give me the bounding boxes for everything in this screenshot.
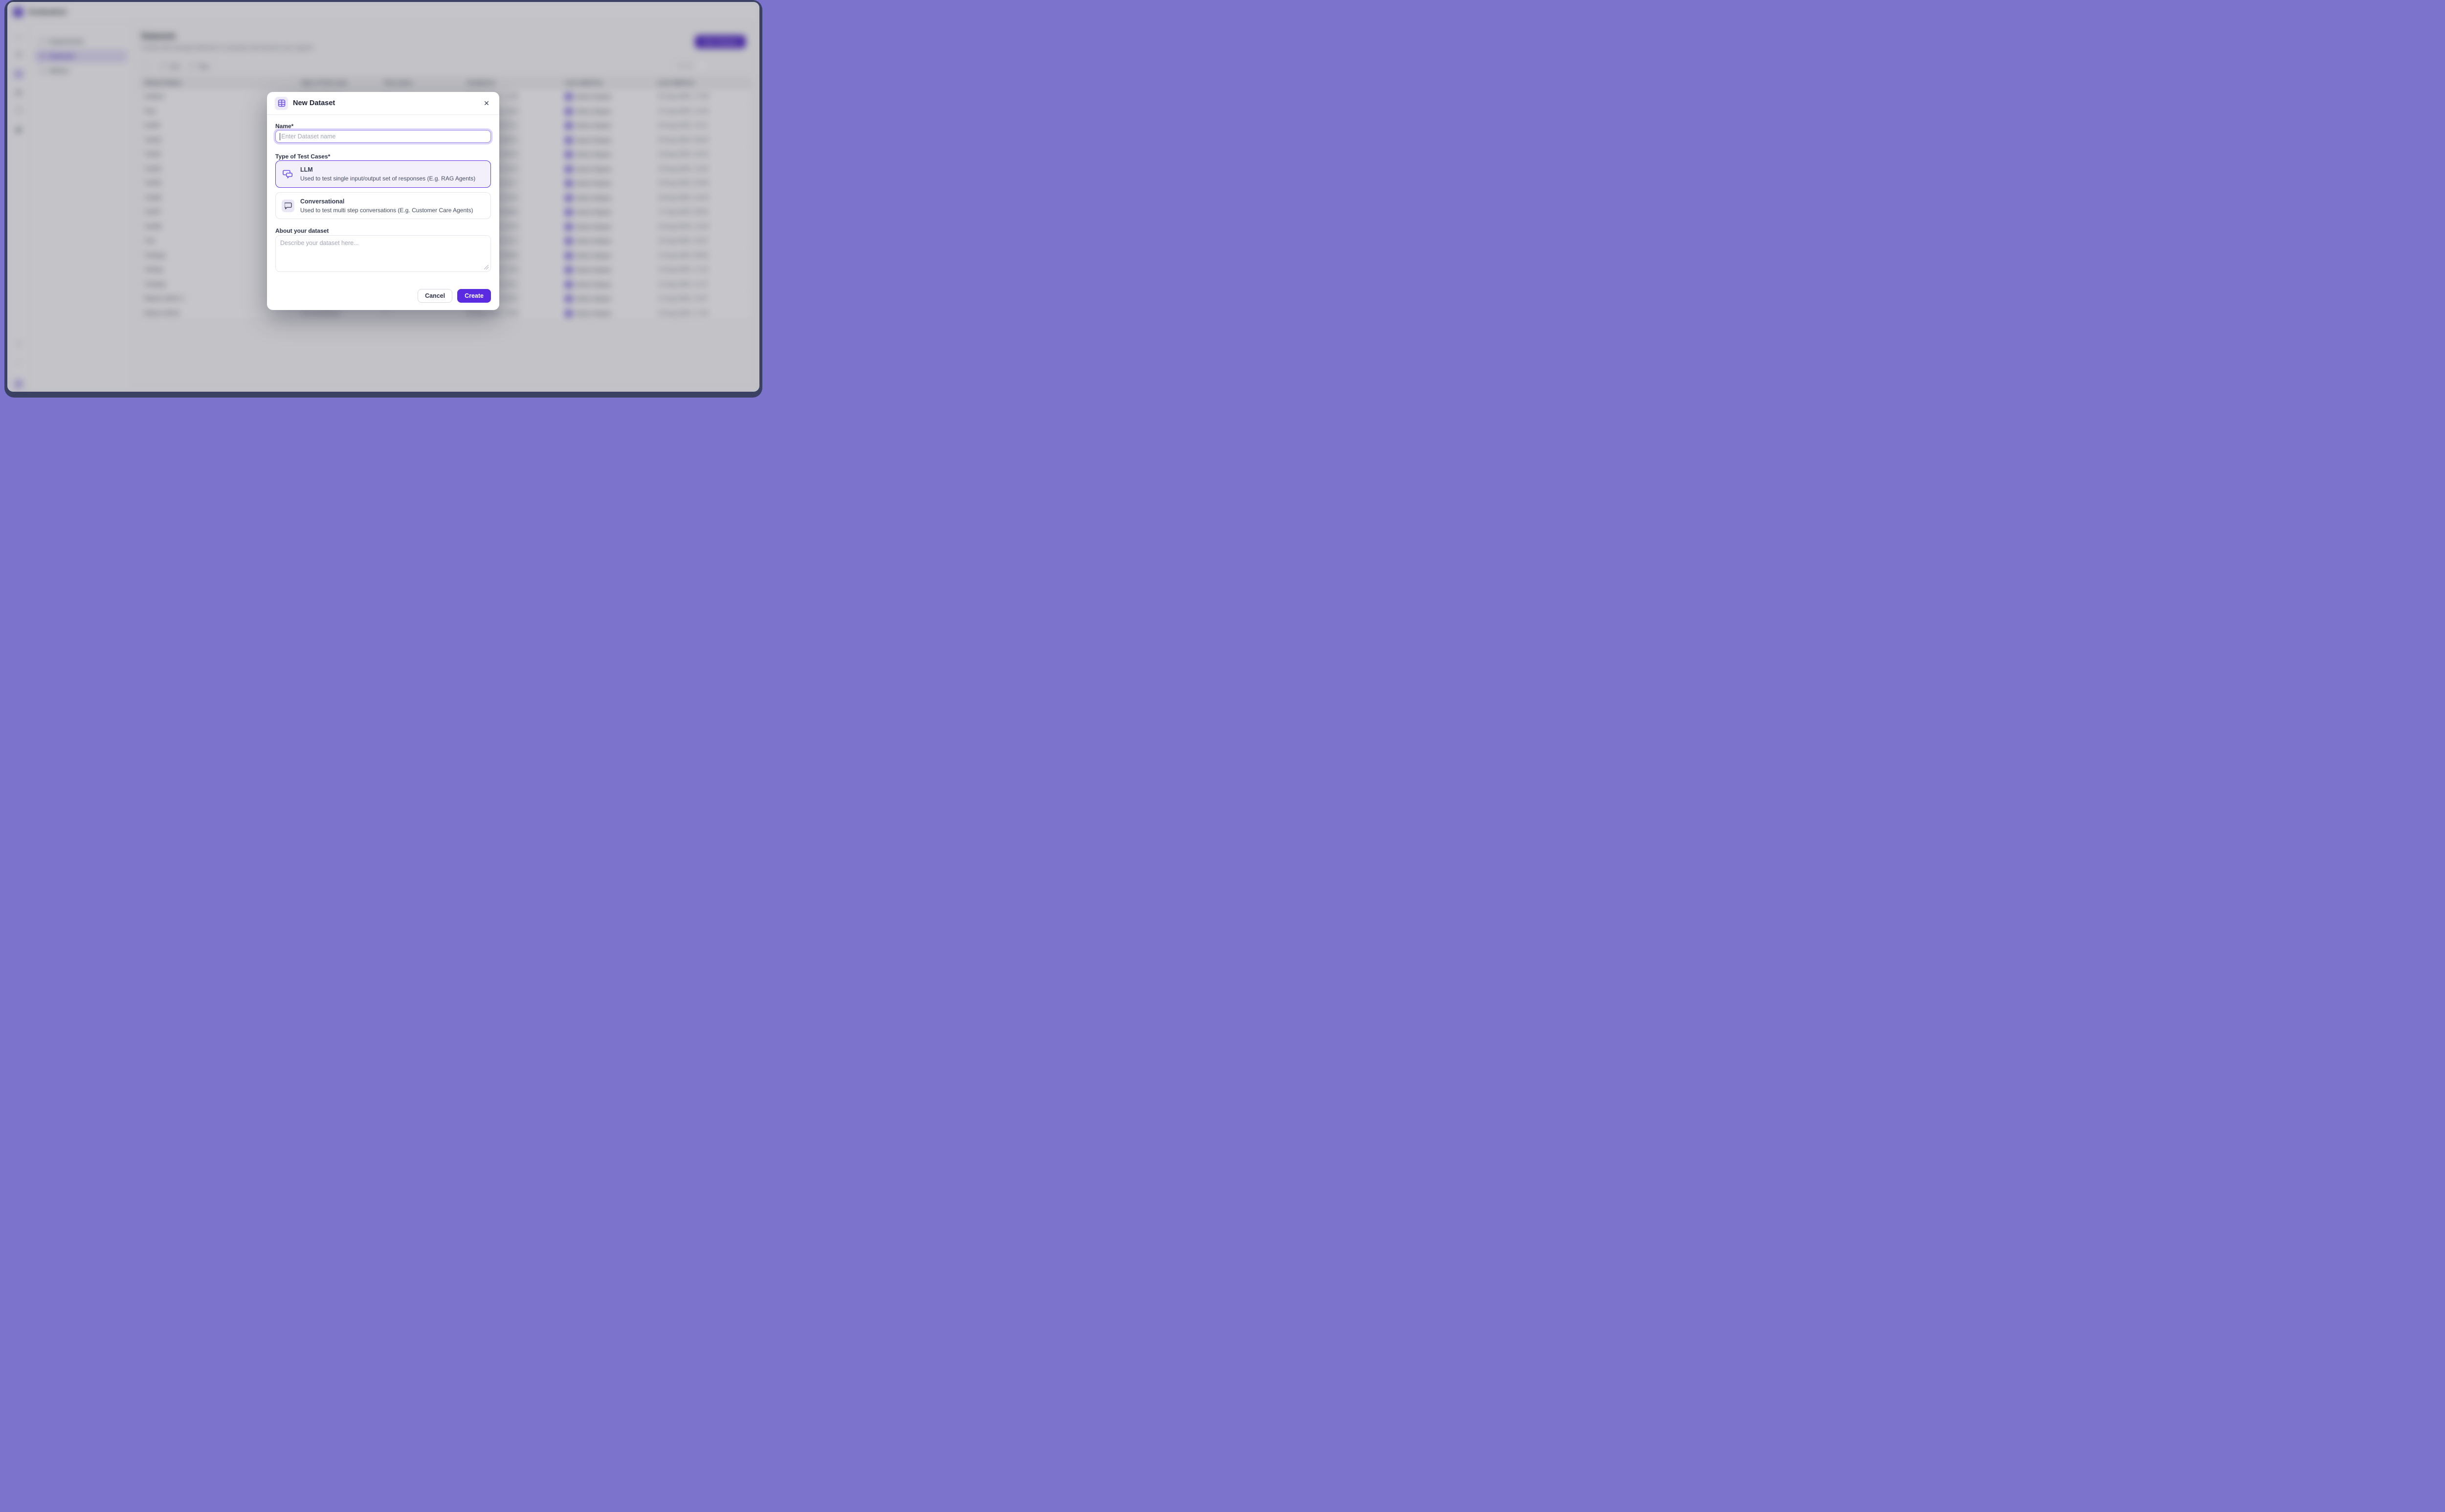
avatar: A bbox=[565, 281, 573, 289]
resize-handle[interactable] bbox=[484, 265, 489, 269]
table-search-input[interactable]: Search bbox=[672, 60, 711, 72]
about-placeholder: Describe your dataset here... bbox=[280, 240, 486, 246]
filter-chip-tags[interactable]: Tags bbox=[184, 60, 215, 72]
modal-footer: Cancel Create bbox=[418, 289, 491, 303]
col-last-edited-at[interactable]: Last edited at bbox=[658, 80, 694, 86]
chart-icon[interactable]: ▥ bbox=[13, 87, 24, 98]
col-dataset-name[interactable]: Dataset Name bbox=[144, 80, 181, 86]
option-llm-title: LLM bbox=[300, 166, 475, 173]
bell-icon[interactable]: ◌ bbox=[13, 357, 24, 368]
help-icon[interactable]: ? bbox=[13, 338, 24, 349]
avatar: A bbox=[565, 194, 573, 202]
avatar: A bbox=[565, 151, 573, 158]
avatar: A bbox=[565, 237, 573, 245]
option-conv-title: Conversational bbox=[300, 198, 473, 205]
create-button[interactable]: Create bbox=[457, 289, 491, 303]
col-created-at[interactable]: Created at bbox=[467, 80, 494, 86]
avatar: A bbox=[565, 208, 573, 216]
book-icon[interactable]: ▣ bbox=[13, 124, 24, 135]
user-icon[interactable]: ◉ bbox=[13, 378, 24, 389]
about-label: About your dataset bbox=[275, 227, 329, 234]
sidebar-item-experiments[interactable]: Experiments bbox=[35, 35, 127, 48]
database-icon[interactable]: ▤ bbox=[13, 68, 24, 79]
avatar: A bbox=[565, 136, 573, 144]
flask-icon[interactable]: ⚗ bbox=[13, 50, 24, 61]
chat-bubbles-icon bbox=[282, 168, 294, 180]
col-test-cases[interactable]: Test cases bbox=[384, 80, 412, 86]
option-llm-desc: Used to test single input/output set of … bbox=[300, 175, 475, 182]
app-logo-icon: ◫ bbox=[13, 7, 23, 17]
page-subtitle: Create and manage datasets to evaluate a… bbox=[141, 44, 313, 51]
dataset-description-textarea[interactable]: Describe your dataset here... bbox=[275, 235, 491, 272]
avatar: A bbox=[565, 223, 573, 231]
table-icon bbox=[275, 97, 288, 110]
chat-bubble-icon bbox=[282, 200, 294, 212]
item-icon bbox=[40, 39, 45, 44]
avatar: A bbox=[565, 252, 573, 260]
page-title: Datasets bbox=[141, 31, 176, 41]
filter-icon bbox=[160, 64, 165, 68]
dataset-name-input[interactable]: Enter Dataset name bbox=[275, 130, 491, 143]
modal-header: New Dataset ✕ bbox=[267, 92, 499, 115]
home-icon[interactable]: ⌂ bbox=[13, 31, 24, 42]
option-conversational[interactable]: Conversational Used to test multi step c… bbox=[275, 192, 491, 219]
avatar: A bbox=[565, 266, 573, 274]
item-icon bbox=[40, 53, 45, 59]
table-header: Dataset Name Type of Test case Test case… bbox=[140, 77, 752, 89]
filter-chip-type[interactable]: Type bbox=[155, 60, 186, 72]
icon-rail: ⌂ ⚗ ▤ ▥ ❐ ▣? ◌ ◉ bbox=[7, 22, 30, 392]
col-last-edited-by[interactable]: Last edited by bbox=[565, 80, 602, 86]
name-label: Name* bbox=[275, 123, 293, 130]
sidebar-item-metrics[interactable]: Metrics bbox=[35, 65, 127, 77]
new-dataset-modal: New Dataset ✕ Name* Enter Dataset name T… bbox=[267, 92, 499, 310]
avatar: A bbox=[565, 295, 573, 303]
close-icon[interactable]: ✕ bbox=[482, 98, 491, 108]
type-label: Type of Test Cases* bbox=[275, 153, 330, 160]
avatar: A bbox=[565, 179, 573, 187]
avatar: A bbox=[565, 310, 573, 317]
sidebar-item-datasets[interactable]: Datasets bbox=[35, 50, 127, 63]
app-topbar: ◫ Evaluation bbox=[7, 2, 759, 22]
select-all-checkbox[interactable] bbox=[141, 62, 150, 70]
col-type[interactable]: Type of Test case bbox=[301, 80, 347, 86]
option-llm[interactable]: LLM Used to test single input/output set… bbox=[275, 160, 491, 188]
sidebar: Experiments Datasets Metrics bbox=[30, 22, 133, 392]
option-conv-desc: Used to test multi step conversations (E… bbox=[300, 207, 473, 214]
modal-title: New Dataset bbox=[293, 99, 335, 107]
name-placeholder: Enter Dataset name bbox=[281, 133, 335, 140]
cancel-button[interactable]: Cancel bbox=[418, 289, 452, 303]
item-icon bbox=[40, 68, 45, 74]
app-title: Evaluation bbox=[29, 8, 67, 16]
avatar: A bbox=[565, 93, 573, 101]
filter-icon bbox=[189, 64, 194, 68]
avatar: A bbox=[565, 108, 573, 115]
layers-icon[interactable]: ❐ bbox=[13, 106, 24, 116]
avatar: A bbox=[565, 122, 573, 130]
avatar: A bbox=[565, 165, 573, 173]
new-dataset-button[interactable]: New Dataset bbox=[695, 35, 746, 48]
